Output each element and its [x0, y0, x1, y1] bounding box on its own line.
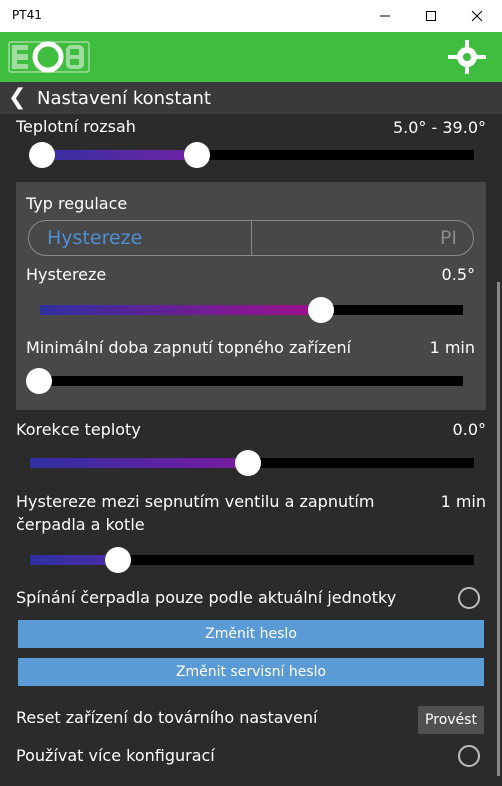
- minimize-icon: [380, 15, 390, 17]
- multi-config-toggle[interactable]: [458, 745, 480, 767]
- hysteresis-fill: [40, 305, 322, 315]
- page-header: ❮ Nastavení konstant: [0, 82, 502, 114]
- option-pi[interactable]: PI: [440, 227, 457, 249]
- min-on-time-thumb[interactable]: [26, 368, 52, 394]
- pump-switching-label: Spínání čerpadla pouze podle aktuální je…: [16, 588, 397, 607]
- close-button[interactable]: [454, 0, 500, 32]
- min-on-time-label: Minimální doba zapnutí topného zařízení: [26, 338, 352, 357]
- eob-logo: [8, 41, 90, 73]
- temperature-range-label: Teplotní rozsah: [16, 117, 136, 136]
- scrollbar-thumb[interactable]: [497, 282, 500, 776]
- option-hysteresis[interactable]: Hystereze: [47, 227, 142, 249]
- valve-hysteresis-value: 1 min: [440, 492, 486, 511]
- temp-correction-fill: [30, 458, 248, 468]
- temperature-range-fill: [30, 150, 198, 160]
- min-on-time-track[interactable]: [40, 376, 463, 386]
- page-title: Nastavení konstant: [37, 88, 211, 109]
- change-service-password-button[interactable]: Změnit servisní heslo: [18, 658, 484, 686]
- window-titlebar: PT41: [0, 0, 502, 32]
- valve-hysteresis-thumb[interactable]: [105, 547, 131, 573]
- reset-label: Reset zařízení do továrního nastavení: [16, 708, 318, 727]
- temperature-range-low-thumb[interactable]: [29, 142, 55, 168]
- minimize-button[interactable]: [362, 0, 408, 32]
- reset-execute-button[interactable]: Provést: [418, 706, 484, 734]
- close-icon: [471, 10, 483, 22]
- temperature-range-high-thumb[interactable]: [184, 142, 210, 168]
- valve-hysteresis-label-line1: Hystereze mezi sepnutím ventilu a zapnut…: [16, 492, 375, 511]
- regulation-type-toggle[interactable]: Hystereze PI: [28, 220, 474, 256]
- temp-correction-label: Korekce teploty: [16, 420, 141, 439]
- regulation-type-label: Typ regulace: [26, 194, 128, 213]
- window-title: PT41: [12, 8, 42, 22]
- temp-correction-value: 0.0°: [452, 420, 486, 439]
- chevron-left-icon[interactable]: ❮: [8, 85, 26, 110]
- multi-config-label: Používat více konfigurací: [16, 746, 215, 765]
- hysteresis-value: 0.5°: [441, 265, 475, 284]
- hysteresis-thumb[interactable]: [308, 297, 334, 323]
- toggle-divider: [251, 221, 252, 255]
- valve-hysteresis-label-line2: čerpadla a kotle: [16, 515, 145, 534]
- temp-correction-thumb[interactable]: [235, 450, 261, 476]
- change-password-button[interactable]: Změnit heslo: [18, 620, 484, 648]
- hysteresis-label: Hystereze: [26, 265, 107, 284]
- maximize-button[interactable]: [408, 0, 454, 32]
- pump-switching-toggle[interactable]: [458, 587, 480, 609]
- crosshair-icon[interactable]: [446, 38, 488, 76]
- maximize-icon: [426, 11, 436, 21]
- temperature-range-value: 5.0° - 39.0°: [392, 118, 486, 137]
- min-on-time-value: 1 min: [429, 338, 475, 357]
